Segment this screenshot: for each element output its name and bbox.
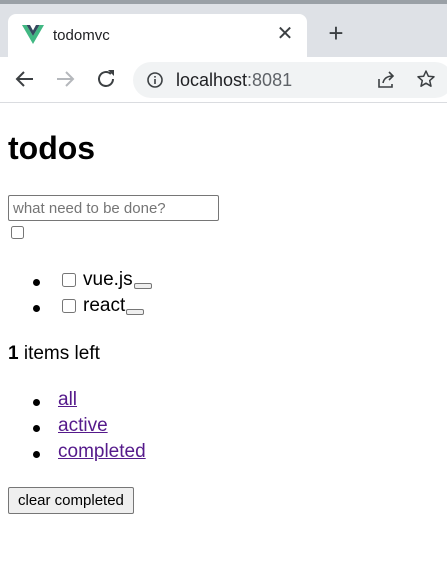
clear-completed-button[interactable]: clear completed: [8, 487, 134, 514]
browser-toolbar: localhost:8081: [0, 57, 447, 103]
toggle-all-checkbox[interactable]: [11, 226, 24, 239]
browser-tab[interactable]: todomvc ✕: [8, 14, 307, 57]
list-bullet: [33, 399, 40, 406]
list-bullet: [33, 279, 40, 286]
list-bullet: [33, 451, 40, 458]
app-title: todos: [8, 130, 96, 166]
todo-label-wrap: react: [83, 295, 145, 317]
list-bullet: [33, 305, 40, 312]
filter-link-completed[interactable]: completed: [58, 441, 146, 463]
url-host: localhost: [176, 70, 248, 90]
todo-toggle-checkbox[interactable]: [62, 299, 76, 313]
bookmark-star-icon[interactable]: [416, 69, 436, 89]
delete-todo-button[interactable]: [133, 283, 152, 289]
tab-title: todomvc: [53, 27, 110, 44]
todo-toggle-checkbox[interactable]: [62, 273, 76, 287]
new-todo-input[interactable]: [8, 195, 219, 221]
page-content: todos vue.js react 1 items left all acti…: [0, 103, 447, 567]
filter-item-active: active: [0, 415, 447, 441]
todo-label[interactable]: vue.js: [83, 269, 133, 290]
todo-list: vue.js react: [0, 269, 447, 321]
url-port: :8081: [247, 70, 293, 90]
window-top-border: [0, 0, 447, 4]
tab-strip: todomvc ✕ +: [0, 0, 447, 57]
todo-item: vue.js: [0, 269, 447, 295]
todo-item: react: [0, 295, 447, 321]
list-bullet: [33, 425, 40, 432]
forward-arrow-icon[interactable]: [53, 67, 77, 91]
site-info-icon[interactable]: [147, 72, 163, 88]
todo-count-number: 1: [8, 343, 19, 364]
filter-link-all[interactable]: all: [58, 389, 77, 411]
address-bar[interactable]: localhost:8081: [133, 62, 447, 98]
delete-todo-button[interactable]: [126, 309, 145, 315]
share-icon[interactable]: [376, 70, 396, 90]
reload-icon[interactable]: [94, 67, 118, 91]
todo-count: 1 items left: [8, 343, 100, 365]
filters: all active completed: [0, 389, 447, 467]
todo-label-wrap: vue.js: [83, 269, 152, 291]
vue-logo-icon: [22, 25, 44, 44]
close-tab-icon[interactable]: ✕: [275, 24, 295, 44]
new-tab-icon[interactable]: +: [324, 20, 348, 46]
back-arrow-icon[interactable]: [13, 67, 37, 91]
todo-label[interactable]: react: [83, 295, 125, 316]
filter-item-completed: completed: [0, 441, 447, 467]
todo-count-suffix: items left: [18, 343, 100, 364]
url-text: localhost:8081: [176, 70, 292, 91]
filter-link-active[interactable]: active: [58, 415, 108, 437]
filter-item-all: all: [0, 389, 447, 415]
